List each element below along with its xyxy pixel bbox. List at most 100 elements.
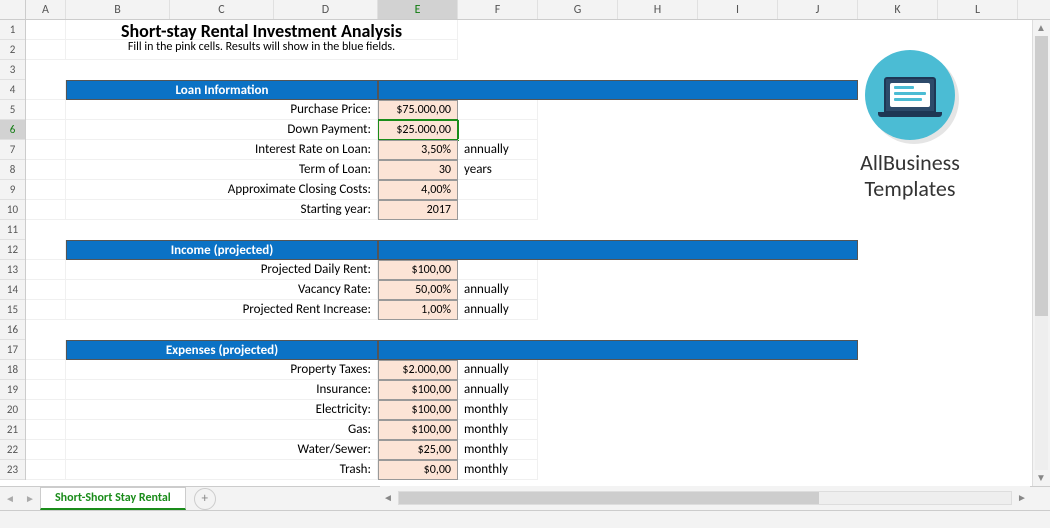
input-cell[interactable]: 4,00% — [378, 180, 458, 200]
label: Down Payment: — [66, 120, 378, 140]
section-header-income: Income (projected) — [66, 240, 378, 260]
scroll-down-icon[interactable]: ▼ — [1033, 470, 1049, 486]
label: Insurance: — [66, 380, 378, 400]
logo-text-1: AllBusiness — [830, 150, 990, 176]
col-header-G[interactable]: G — [538, 0, 618, 19]
row-header-22[interactable]: 22 — [0, 440, 25, 460]
row-header-14[interactable]: 14 — [0, 280, 25, 300]
select-all-corner[interactable] — [0, 0, 26, 19]
unit-label — [458, 100, 538, 120]
label: Electricity: — [66, 400, 378, 420]
row-header-11[interactable]: 11 — [0, 220, 25, 240]
input-cell[interactable]: $25.000,00 — [378, 120, 458, 140]
col-header-D[interactable]: D — [274, 0, 378, 19]
row-header-2[interactable]: 2 — [0, 40, 25, 60]
input-cell[interactable]: $100,00 — [378, 400, 458, 420]
unit-label: monthly — [458, 440, 538, 460]
col-header-C[interactable]: C — [170, 0, 274, 19]
row-header-21[interactable]: 21 — [0, 420, 25, 440]
row-header-7[interactable]: 7 — [0, 140, 25, 160]
input-cell[interactable]: 50,00% — [378, 280, 458, 300]
add-sheet-button[interactable]: + — [194, 488, 216, 510]
logo-text-2: Templates — [830, 176, 990, 202]
status-bar — [0, 510, 1050, 528]
unit-label: monthly — [458, 420, 538, 440]
unit-label — [458, 260, 538, 280]
unit-label — [458, 180, 538, 200]
row-header-3[interactable]: 3 — [0, 60, 25, 80]
input-cell[interactable]: $100,00 — [378, 380, 458, 400]
input-cell[interactable]: $75.000,00 — [378, 100, 458, 120]
section-header-loan-ext — [378, 80, 858, 100]
vertical-scrollbar[interactable]: ▲ ▼ — [1032, 20, 1050, 486]
cell-grid[interactable]: Short-stay Rental Investment Analysis Fi… — [26, 20, 1050, 480]
input-cell[interactable]: $25,00 — [378, 440, 458, 460]
col-header-J[interactable]: J — [778, 0, 858, 19]
scroll-up-icon[interactable]: ▲ — [1033, 20, 1049, 36]
row-header-1[interactable]: 1 — [0, 20, 25, 40]
scroll-thumb-h[interactable] — [399, 492, 819, 504]
input-cell[interactable]: 2017 — [378, 200, 458, 220]
row-header-20[interactable]: 20 — [0, 400, 25, 420]
row-header-17[interactable]: 17 — [0, 340, 25, 360]
label: Projected Rent Increase: — [66, 300, 378, 320]
input-cell[interactable]: $0,00 — [378, 460, 458, 480]
unit-label — [458, 200, 538, 220]
tab-prev-icon[interactable]: ◄ — [0, 492, 20, 505]
label: Interest Rate on Loan: — [66, 140, 378, 160]
row-header-15[interactable]: 15 — [0, 300, 25, 320]
row-header-9[interactable]: 9 — [0, 180, 25, 200]
section-header-income-ext — [378, 240, 858, 260]
logo-icon — [865, 50, 955, 140]
subtitle: Fill in the pink cells. Results will sho… — [66, 40, 458, 60]
input-cell[interactable]: $100,00 — [378, 260, 458, 280]
label: Purchase Price: — [66, 100, 378, 120]
label: Vacancy Rate: — [66, 280, 378, 300]
scroll-thumb-v[interactable] — [1035, 36, 1048, 316]
unit-label: monthly — [458, 400, 538, 420]
unit-label: annually — [458, 300, 538, 320]
row-header-23[interactable]: 23 — [0, 460, 25, 480]
row-header-4[interactable]: 4 — [0, 80, 25, 100]
tab-next-icon[interactable]: ► — [20, 492, 40, 505]
row-header-6[interactable]: 6 — [0, 120, 25, 140]
unit-label: annually — [458, 360, 538, 380]
section-header-expenses-ext — [378, 340, 858, 360]
logo: AllBusiness Templates — [830, 50, 990, 203]
unit-label: years — [458, 160, 538, 180]
scroll-right-icon[interactable]: ► — [1014, 490, 1030, 506]
unit-label — [458, 120, 538, 140]
row-header-10[interactable]: 10 — [0, 200, 25, 220]
input-cell[interactable]: 3,50% — [378, 140, 458, 160]
row-header-18[interactable]: 18 — [0, 360, 25, 380]
row-header-5[interactable]: 5 — [0, 100, 25, 120]
row-header-8[interactable]: 8 — [0, 160, 25, 180]
col-header-L[interactable]: L — [938, 0, 1018, 19]
row-header-19[interactable]: 19 — [0, 380, 25, 400]
row-header-13[interactable]: 13 — [0, 260, 25, 280]
label: Term of Loan: — [66, 160, 378, 180]
input-cell[interactable]: 30 — [378, 160, 458, 180]
col-header-K[interactable]: K — [858, 0, 938, 19]
unit-label: annually — [458, 280, 538, 300]
label: Water/Sewer: — [66, 440, 378, 460]
column-headers: ABCDEFGHIJKL — [0, 0, 1050, 20]
col-header-E[interactable]: E — [378, 0, 458, 19]
col-header-F[interactable]: F — [458, 0, 538, 19]
horizontal-scrollbar[interactable]: ◄ ► — [380, 486, 1030, 510]
col-header-I[interactable]: I — [698, 0, 778, 19]
scroll-left-icon[interactable]: ◄ — [380, 490, 396, 506]
label: Approximate Closing Costs: — [66, 180, 378, 200]
label: Property Taxes: — [66, 360, 378, 380]
col-header-H[interactable]: H — [618, 0, 698, 19]
sheet-tab-active[interactable]: Short-Short Stay Rental — [40, 487, 186, 510]
row-header-12[interactable]: 12 — [0, 240, 25, 260]
row-header-16[interactable]: 16 — [0, 320, 25, 340]
input-cell[interactable]: $100,00 — [378, 420, 458, 440]
label: Projected Daily Rent: — [66, 260, 378, 280]
input-cell[interactable]: 1,00% — [378, 300, 458, 320]
col-header-A[interactable]: A — [26, 0, 66, 19]
col-header-B[interactable]: B — [66, 0, 170, 19]
row-headers: 1234567891011121314151617181920212223 — [0, 20, 26, 480]
input-cell[interactable]: $2.000,00 — [378, 360, 458, 380]
